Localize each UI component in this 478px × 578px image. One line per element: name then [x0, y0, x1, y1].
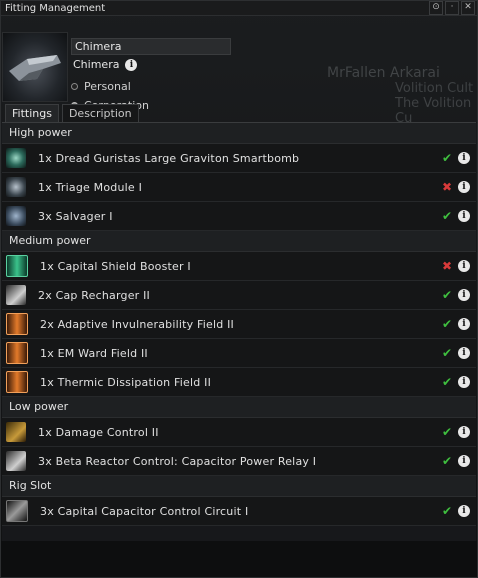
module-label: 1x EM Ward Field II [40, 346, 148, 360]
module-label: 1x Capital Shield Booster I [40, 259, 191, 273]
module-row[interactable]: 2x Cap Recharger II ✔ i [2, 281, 476, 310]
module-info-icon[interactable]: i [458, 426, 470, 438]
module-label: 2x Cap Recharger II [38, 288, 150, 302]
rig-icon [6, 500, 28, 522]
invuln-field-icon [6, 313, 28, 335]
check-icon: ✔ [441, 288, 453, 302]
module-info-icon[interactable]: i [458, 347, 470, 359]
shield-booster-icon [6, 255, 28, 277]
section-header: Low power [2, 397, 476, 418]
cross-icon: ✖ [441, 259, 453, 273]
section-header: Rig Slot [2, 476, 476, 497]
module-row[interactable]: 3x Beta Reactor Control: Capacitor Power… [2, 447, 476, 476]
module-row[interactable]: 1x Damage Control II ✔ i [2, 418, 476, 447]
power-relay-icon [6, 451, 26, 471]
module-info-icon[interactable]: i [458, 181, 470, 193]
window-controls: ⊙ · ✕ [429, 1, 477, 15]
check-icon: ✔ [441, 317, 453, 331]
module-row[interactable]: 3x Salvager I ✔ i [2, 202, 476, 231]
close-icon[interactable]: ✕ [461, 1, 475, 15]
bg-character-name: MrFallen Arkarai [327, 65, 440, 81]
module-label: 1x Thermic Dissipation Field II [40, 375, 212, 389]
fitting-name-input[interactable]: Chimera [71, 38, 231, 55]
module-label: 3x Salvager I [38, 209, 113, 223]
cap-recharger-icon [6, 285, 26, 305]
thermic-field-icon [6, 371, 28, 393]
module-info-icon[interactable]: i [458, 376, 470, 388]
module-label: 1x Damage Control II [38, 425, 159, 439]
check-icon: ✔ [441, 454, 453, 468]
module-row[interactable]: 3x Capital Capacitor Control Circuit I ✔ i [2, 497, 476, 526]
cross-icon: ✖ [441, 180, 453, 194]
check-icon: ✔ [441, 209, 453, 223]
triage-icon [6, 177, 26, 197]
ship-image[interactable] [2, 32, 68, 102]
salvager-icon [6, 206, 26, 226]
section-header: Medium power [2, 231, 476, 252]
module-label: 3x Beta Reactor Control: Capacitor Power… [38, 454, 317, 468]
tab-description[interactable]: Description [61, 104, 139, 122]
module-info-icon[interactable]: i [458, 260, 470, 272]
fitting-header: Chimera Chimera i Personal Corporation M… [1, 16, 477, 126]
em-ward-icon [6, 342, 28, 364]
check-icon: ✔ [441, 151, 453, 165]
background-character-info: MrFallen Arkarai Volition Cult The Volit… [327, 65, 477, 127]
module-row[interactable]: 1x Capital Shield Booster I ✖ i [2, 252, 476, 281]
damage-control-icon [6, 422, 26, 442]
module-info-icon[interactable]: i [458, 289, 470, 301]
module-label: 1x Dread Guristas Large Graviton Smartbo… [38, 151, 300, 165]
ship-type-text: Chimera [73, 58, 120, 71]
tab-fittings[interactable]: Fittings [5, 104, 59, 122]
minimize-icon[interactable]: · [445, 1, 459, 15]
fitting-management-window: Fitting Management ⊙ · ✕ Chimera Chimera… [0, 0, 478, 578]
module-info-icon[interactable]: i [458, 152, 470, 164]
window-bottom [1, 541, 477, 577]
check-icon: ✔ [441, 504, 453, 518]
radio-personal-dot[interactable] [71, 83, 78, 90]
ship-info-icon[interactable]: i [125, 58, 138, 71]
bg-character-corp: Volition Cult [395, 81, 474, 96]
section-header: High power [2, 123, 476, 144]
module-label: 2x Adaptive Invulnerability Field II [40, 317, 234, 331]
title-bar: Fitting Management ⊙ · ✕ [1, 1, 477, 16]
check-icon: ✔ [441, 425, 453, 439]
ship-type-label: Chimera i [73, 58, 138, 71]
module-label: 1x Triage Module I [38, 180, 143, 194]
module-row[interactable]: 2x Adaptive Invulnerability Field II ✔ i [2, 310, 476, 339]
radio-personal[interactable]: Personal [71, 80, 131, 93]
module-info-icon[interactable]: i [458, 210, 470, 222]
window-title: Fitting Management [5, 2, 106, 14]
radio-personal-label: Personal [84, 80, 131, 93]
check-icon: ✔ [441, 375, 453, 389]
module-row[interactable]: 1x EM Ward Field II ✔ i [2, 339, 476, 368]
module-row[interactable]: 1x Dread Guristas Large Graviton Smartbo… [2, 144, 476, 173]
module-row[interactable]: 1x Triage Module I ✖ i [2, 173, 476, 202]
tab-bar: Fittings Description [5, 104, 139, 122]
check-icon: ✔ [441, 346, 453, 360]
module-info-icon[interactable]: i [458, 505, 470, 517]
module-list: High power 1x Dread Guristas Large Gravit… [2, 122, 476, 541]
module-info-icon[interactable]: i [458, 455, 470, 467]
pin-icon[interactable]: ⊙ [429, 1, 443, 15]
module-label: 3x Capital Capacitor Control Circuit I [40, 504, 249, 518]
module-info-icon[interactable]: i [458, 318, 470, 330]
smartbomb-icon [6, 148, 26, 168]
module-row[interactable]: 1x Thermic Dissipation Field II ✔ i [2, 368, 476, 397]
